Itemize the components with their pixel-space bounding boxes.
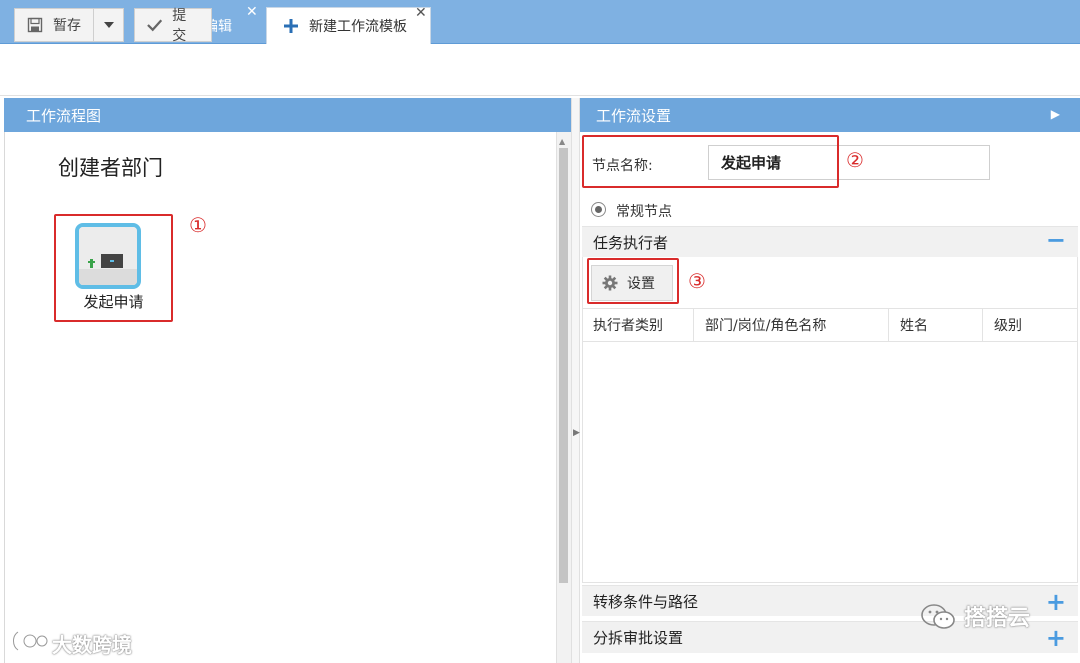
tab-new-template[interactable]: 新建工作流模板 ✕ — [266, 5, 431, 44]
expand-plus-icon[interactable]: + — [1046, 624, 1066, 652]
scroll-up-icon[interactable]: ▲ — [559, 137, 565, 146]
marker-one: ① — [189, 213, 207, 237]
workflow-settings-header: 工作流设置 ▶ — [580, 98, 1080, 132]
executor-area — [582, 257, 1078, 583]
column-header[interactable]: 姓名 — [889, 309, 983, 341]
executor-section-header[interactable]: 任务执行者 − — [582, 226, 1078, 257]
close-tab-icon[interactable]: ✕ — [246, 4, 258, 20]
save-draft-button[interactable]: 暂存 — [14, 8, 94, 42]
scrollbar-thumb[interactable] — [559, 148, 568, 583]
computer-desk-icon — [79, 227, 137, 285]
column-header[interactable]: 级别 — [983, 309, 1078, 341]
close-tab-icon[interactable]: ✕ — [415, 5, 427, 21]
splitter-arrow-icon[interactable]: ▶ — [573, 428, 580, 438]
floppy-disk-icon — [27, 17, 43, 33]
watermark-left: 大数跨境 — [52, 633, 132, 657]
workflow-diagram-canvas[interactable] — [4, 132, 571, 663]
collapse-minus-icon[interactable]: − — [1046, 226, 1066, 254]
column-header[interactable]: 执行者类别 — [582, 309, 694, 341]
expand-plus-icon[interactable]: + — [1046, 588, 1066, 616]
save-dropdown-button[interactable] — [93, 8, 124, 42]
toolbar — [0, 45, 1080, 96]
highlight-box-name — [582, 135, 839, 188]
start-node-icon[interactable] — [75, 223, 141, 289]
wechat-icon — [921, 604, 955, 629]
logo-icon — [12, 630, 49, 652]
column-header[interactable]: 部门/岗位/角色名称 — [694, 309, 889, 341]
collapse-arrow-icon[interactable]: ▶ — [1051, 107, 1060, 121]
submit-button[interactable]: 提交 — [134, 8, 212, 44]
plus-icon — [284, 19, 298, 33]
executor-table-header: 执行者类别 部门/岗位/角色名称 姓名 级别 — [582, 308, 1078, 342]
marker-two: ② — [846, 148, 864, 172]
start-node-label: 发起申请 — [83, 293, 144, 311]
check-icon — [147, 19, 163, 32]
regular-node-label: 常规节点 — [616, 204, 672, 220]
workflow-diagram-header: 工作流程图 — [4, 98, 571, 132]
marker-three: ③ — [688, 269, 706, 293]
watermark-right: 搭搭云 — [964, 606, 1031, 631]
department-title: 创建者部门 — [58, 156, 163, 180]
regular-node-radio[interactable] — [591, 202, 606, 217]
highlight-box-settings — [587, 258, 679, 304]
panel-splitter[interactable] — [571, 98, 580, 663]
tab-label: 新建工作流模板 — [309, 19, 407, 35]
caret-down-icon — [103, 22, 114, 28]
